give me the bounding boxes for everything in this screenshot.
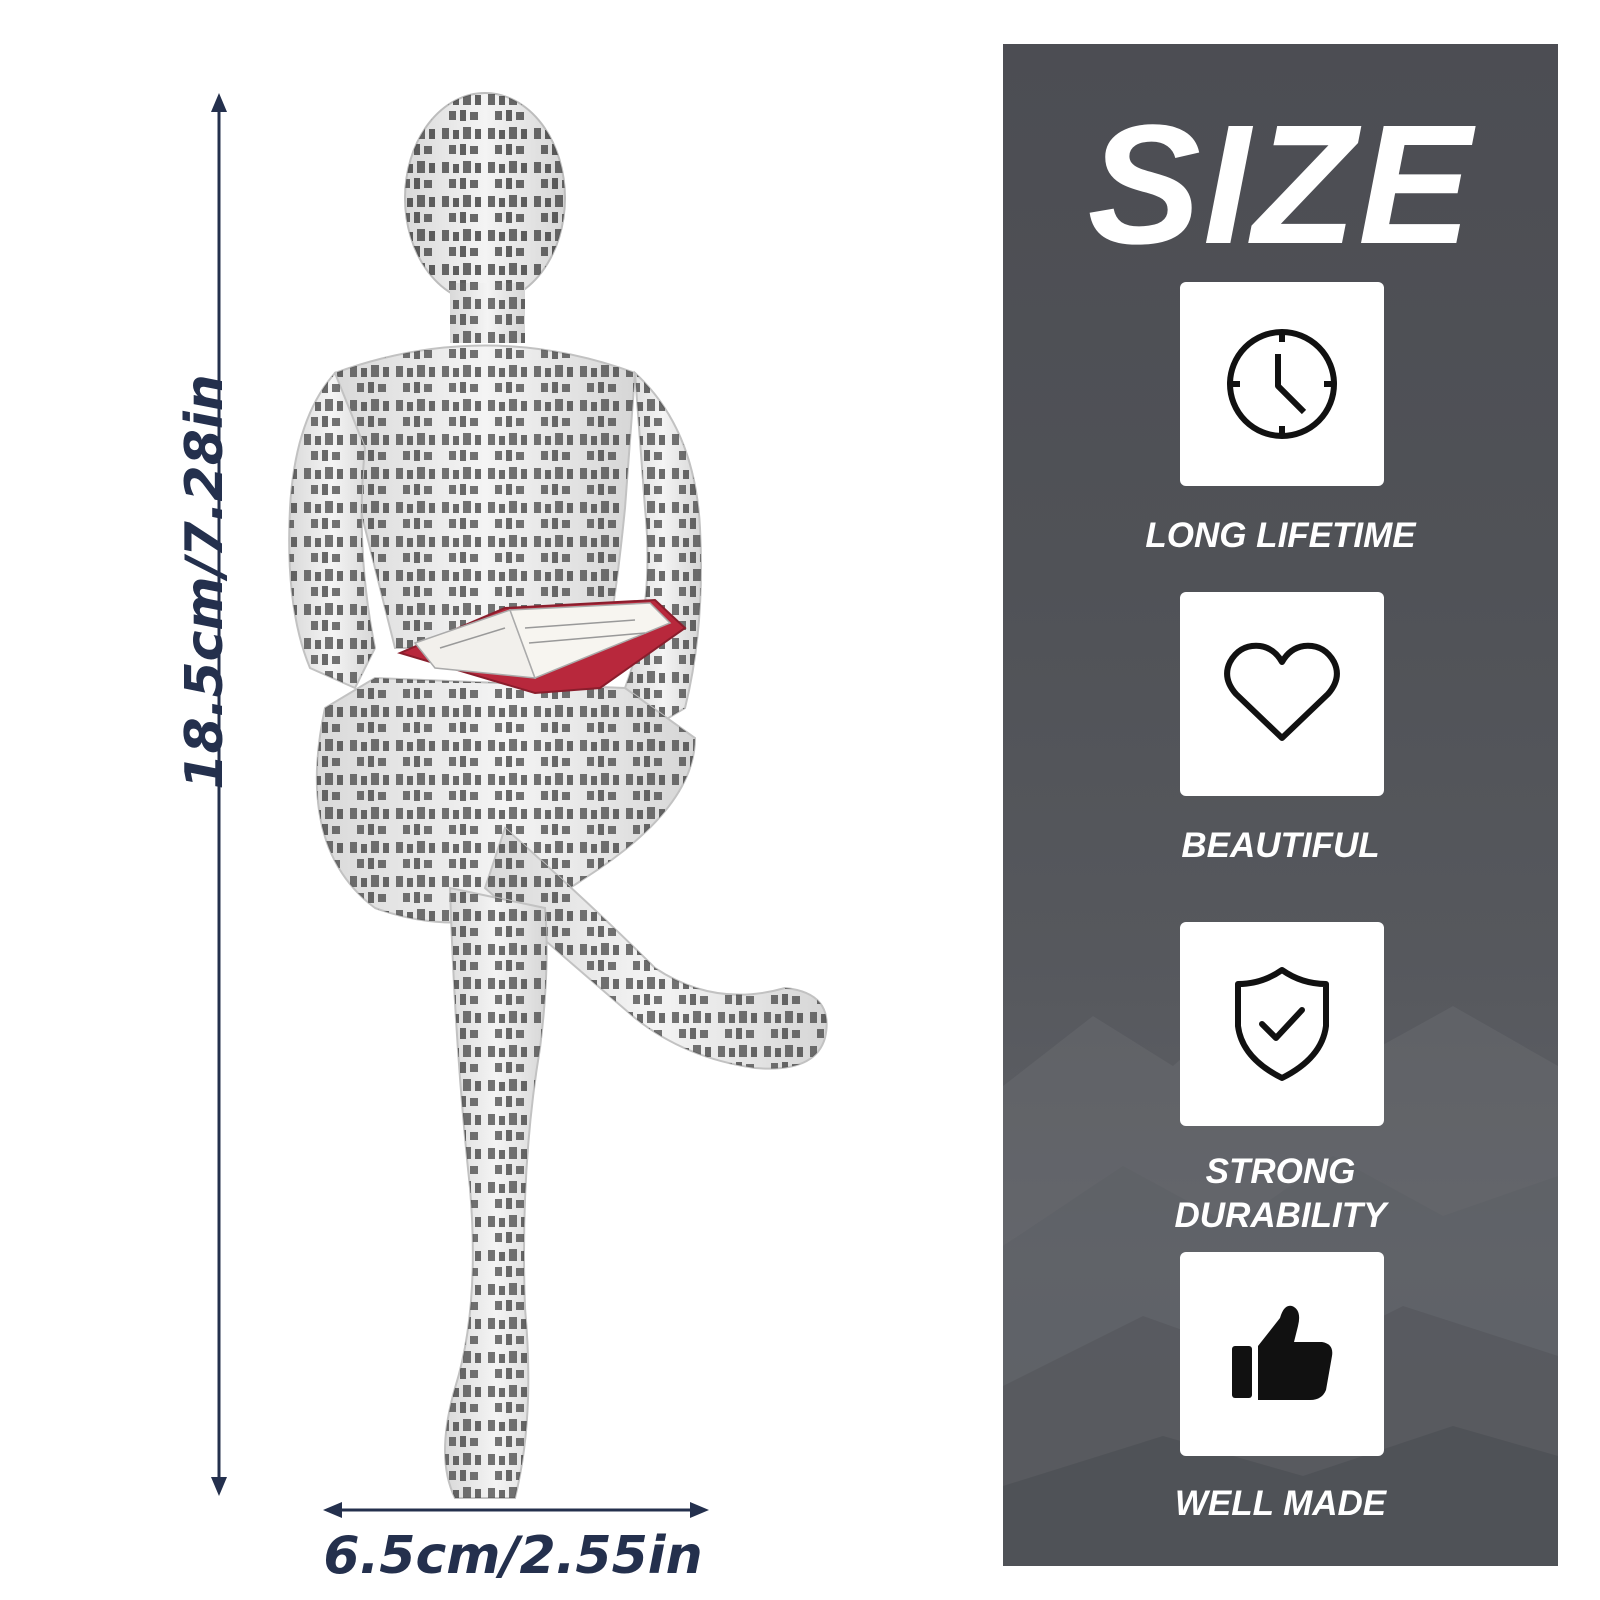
feature-icon-box [1180, 592, 1384, 796]
feature-icon-box [1180, 922, 1384, 1126]
height-arrow-bottom-head [211, 1477, 227, 1496]
clock-icon [1227, 329, 1337, 439]
height-label: 18.5cm/7.28in [175, 374, 235, 790]
reading-figure-sculpture [288, 92, 828, 1499]
product-photo-area: 18.5cm/7.28in 6.5cm/2.55in [0, 0, 990, 1600]
feature-label: WELL MADE [1174, 1484, 1387, 1523]
heart-icon [1224, 642, 1340, 741]
feature-icon-box [1180, 282, 1384, 486]
panel-title: SIZE [1087, 90, 1474, 280]
feature-label: BEAUTIFUL [1181, 826, 1380, 865]
features-panel: SIZE LONG LIFETIME BEAUTIFUL STRONG DURA… [1003, 44, 1558, 1566]
figure-body [288, 92, 828, 1499]
thumbs-up-icon [1232, 1305, 1333, 1400]
shield-check-icon [1235, 967, 1329, 1081]
height-arrow-top-head [211, 93, 227, 112]
feature-label: LONG LIFETIME [1145, 516, 1416, 555]
feature-label: STRONG DURABILITY [1174, 1152, 1387, 1235]
width-label: 6.5cm/2.55in [323, 1526, 703, 1586]
feature-icon-box [1180, 1252, 1384, 1456]
